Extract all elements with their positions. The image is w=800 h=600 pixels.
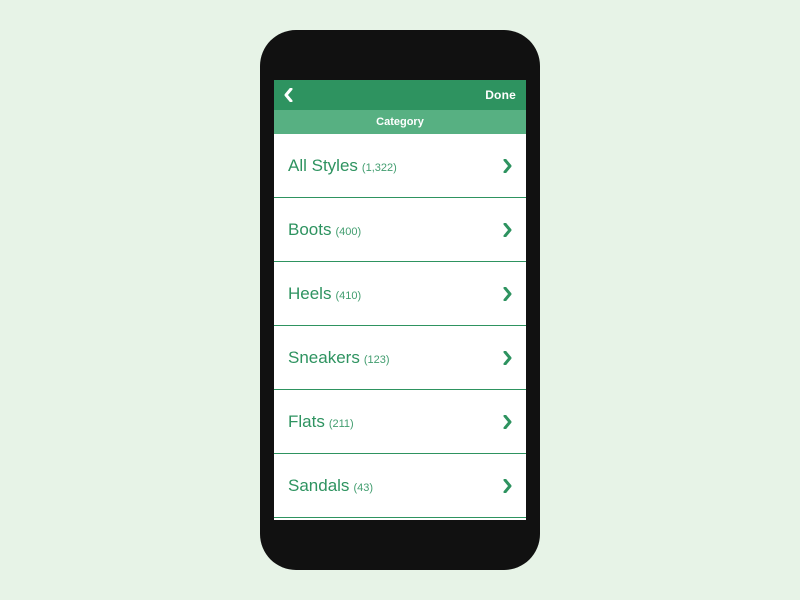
list-item[interactable]: Climbing Shoes [274,518,526,520]
list-item-name: Flats [288,412,325,432]
navbar: Done [274,80,526,110]
chevron-right-icon [502,351,512,365]
list-item-name: Sandals [288,476,349,496]
list-item[interactable]: Sandals (43) [274,454,526,518]
chevron-right-icon [502,287,512,301]
list-item-count: (43) [353,482,373,494]
done-button[interactable]: Done [485,88,516,102]
back-button[interactable] [284,88,294,102]
list-item-name: Heels [288,284,331,304]
chevron-left-icon [284,88,294,102]
list-item[interactable]: Sneakers (123) [274,326,526,390]
list-item-name: Boots [288,220,331,240]
list-item[interactable]: Heels (410) [274,262,526,326]
list-item-name: All Styles [288,156,358,176]
chevron-right-icon [502,159,512,173]
list-item[interactable]: Flats (211) [274,390,526,454]
subheader-title: Category [376,116,424,128]
chevron-right-icon [502,223,512,237]
list-item-count: (410) [335,290,361,302]
chevron-right-icon [502,415,512,429]
list-item-count: (400) [335,226,361,238]
list-item-name: Sneakers [288,348,360,368]
phone-frame: Done Category All Styles (1,322) Boots (… [260,30,540,570]
list-item-count: (211) [329,418,354,430]
subheader: Category [274,110,526,134]
screen: Done Category All Styles (1,322) Boots (… [274,80,526,520]
category-list: All Styles (1,322) Boots (400) Heels [274,134,526,520]
list-item[interactable]: Boots (400) [274,198,526,262]
chevron-right-icon [502,479,512,493]
list-item-count: (123) [364,354,390,366]
list-item-count: (1,322) [362,162,397,174]
list-item[interactable]: All Styles (1,322) [274,134,526,198]
